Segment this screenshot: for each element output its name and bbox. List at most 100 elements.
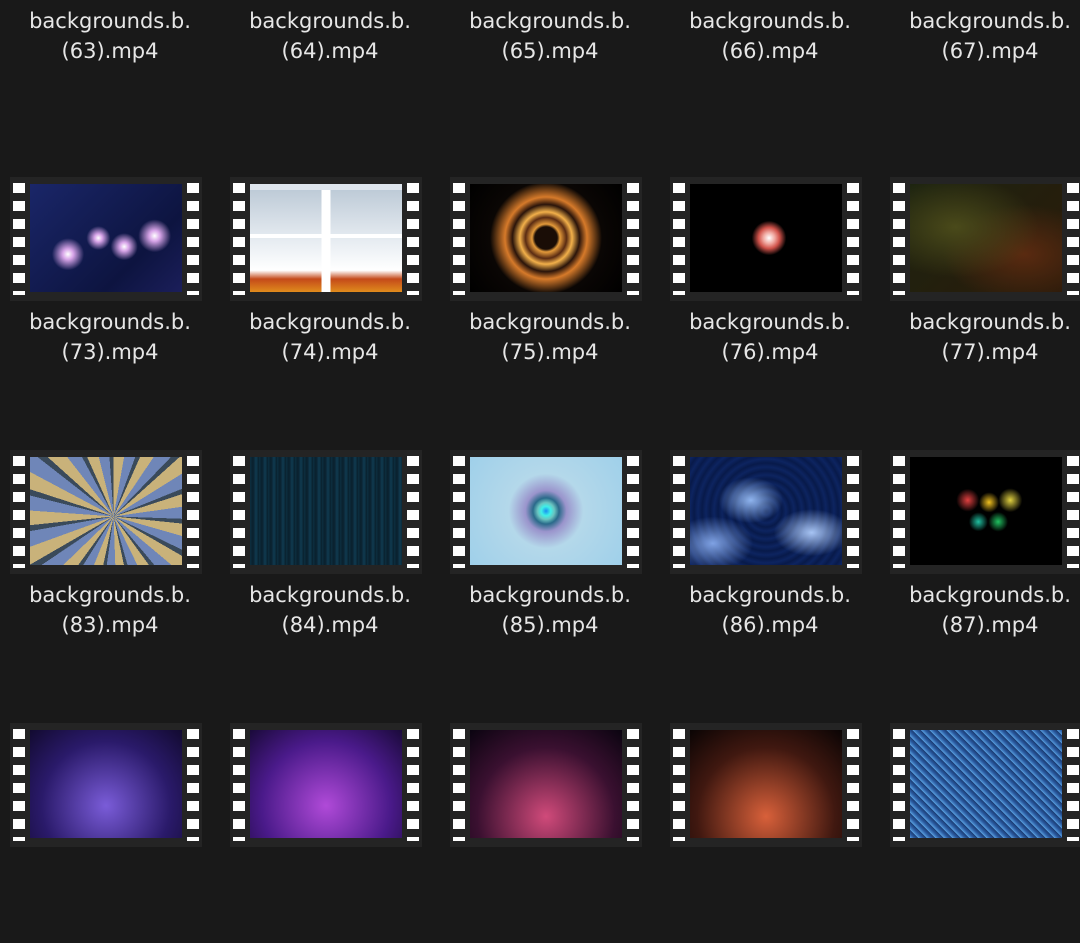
file-name-line-2: (83).mp4 (61, 613, 159, 637)
file-name-label[interactable]: backgrounds.b. (86).mp4 (660, 580, 880, 640)
video-thumbnail[interactable] (890, 723, 1080, 847)
film-strip-icon (890, 177, 1080, 301)
sprocket-holes-left (673, 729, 685, 841)
file-name-line-1: backgrounds.b. (249, 310, 411, 334)
video-file-item[interactable]: backgrounds.b. (85).mp4 (440, 450, 660, 670)
film-strip-icon (10, 177, 202, 301)
file-name-label[interactable]: backgrounds.b. (64).mp4 (220, 6, 440, 66)
sprocket-holes-left (453, 456, 465, 568)
file-name-label[interactable]: backgrounds.b. (73).mp4 (0, 307, 220, 367)
video-file-item[interactable]: backgrounds.b. (73).mp4 (0, 177, 220, 397)
file-name-line-2: (75).mp4 (501, 340, 599, 364)
file-name-line-2: (66).mp4 (721, 39, 819, 63)
file-name-label[interactable]: backgrounds.b. (83).mp4 (0, 580, 220, 640)
preview-frame (470, 457, 622, 565)
sprocket-holes-right (187, 456, 199, 568)
sprocket-holes-left (893, 729, 905, 841)
file-name-line-1: backgrounds.b. (689, 9, 851, 33)
video-file-item[interactable]: backgrounds.b. (76).mp4 (660, 177, 880, 397)
file-name-line-1: backgrounds.b. (29, 9, 191, 33)
video-thumbnail[interactable] (10, 450, 202, 574)
preview-frame (250, 730, 402, 838)
sprocket-holes-right (407, 729, 419, 841)
sprocket-holes-right (847, 729, 859, 841)
video-thumbnail[interactable] (890, 177, 1080, 301)
video-thumbnail[interactable] (450, 723, 642, 847)
sprocket-holes-left (673, 183, 685, 295)
film-strip-icon (670, 723, 862, 847)
sprocket-holes-right (187, 183, 199, 295)
file-name-label[interactable]: backgrounds.b. (74).mp4 (220, 307, 440, 367)
video-file-item[interactable]: backgrounds.b. (86).mp4 (660, 450, 880, 670)
video-thumbnail[interactable] (450, 177, 642, 301)
preview-frame (30, 730, 182, 838)
film-strip-icon (230, 450, 422, 574)
preview-frame (470, 184, 622, 292)
video-thumbnail[interactable] (10, 177, 202, 301)
preview-frame (690, 184, 842, 292)
file-name-line-1: backgrounds.b. (29, 583, 191, 607)
file-name-label[interactable]: backgrounds.b. (85).mp4 (440, 580, 660, 640)
file-name-line-2: (67).mp4 (941, 39, 1039, 63)
sprocket-holes-right (847, 456, 859, 568)
film-strip-icon (10, 723, 202, 847)
video-file-item[interactable]: backgrounds.b. (63).mp4 (0, 0, 220, 96)
video-file-item[interactable]: backgrounds.b. (65).mp4 (440, 0, 660, 96)
video-thumbnail[interactable] (670, 177, 862, 301)
sprocket-holes-right (1067, 729, 1079, 841)
video-file-item[interactable]: backgrounds.b. (84).mp4 (220, 450, 440, 670)
video-thumbnail[interactable] (10, 723, 202, 847)
sprocket-holes-left (233, 729, 245, 841)
video-file-item[interactable] (660, 723, 880, 943)
file-name-line-2: (86).mp4 (721, 613, 819, 637)
video-file-item[interactable] (0, 723, 220, 943)
file-name-line-2: (64).mp4 (281, 39, 379, 63)
file-name-line-1: backgrounds.b. (689, 583, 851, 607)
file-name-label[interactable]: backgrounds.b. (65).mp4 (440, 6, 660, 66)
video-file-item[interactable]: backgrounds.b. (67).mp4 (880, 0, 1080, 96)
video-file-item[interactable] (880, 723, 1080, 943)
video-file-item[interactable]: backgrounds.b. (83).mp4 (0, 450, 220, 670)
video-file-item[interactable]: backgrounds.b. (77).mp4 (880, 177, 1080, 397)
file-name-label[interactable]: backgrounds.b. (66).mp4 (660, 6, 880, 66)
film-strip-icon (450, 723, 642, 847)
file-name-label[interactable]: backgrounds.b. (75).mp4 (440, 307, 660, 367)
file-name-label[interactable]: backgrounds.b. (84).mp4 (220, 580, 440, 640)
file-name-label[interactable]: backgrounds.b. (67).mp4 (880, 6, 1080, 66)
file-name-label[interactable]: backgrounds.b. (63).mp4 (0, 6, 220, 66)
video-file-item[interactable]: backgrounds.b. (64).mp4 (220, 0, 440, 96)
film-strip-icon (230, 177, 422, 301)
video-thumbnail[interactable] (670, 723, 862, 847)
file-name-label[interactable]: backgrounds.b. (87).mp4 (880, 580, 1080, 640)
preview-frame (690, 730, 842, 838)
video-thumbnail[interactable] (230, 723, 422, 847)
sprocket-holes-right (627, 729, 639, 841)
film-strip-icon (670, 177, 862, 301)
file-name-label[interactable]: backgrounds.b. (76).mp4 (660, 307, 880, 367)
sprocket-holes-right (1067, 456, 1079, 568)
video-thumbnail[interactable] (670, 450, 862, 574)
video-file-item[interactable] (220, 723, 440, 943)
preview-frame (30, 184, 182, 292)
video-file-item[interactable]: backgrounds.b. (75).mp4 (440, 177, 660, 397)
file-grid: backgrounds.b. (63).mp4 backgrounds.b. (64)… (0, 0, 1080, 847)
film-strip-icon (670, 450, 862, 574)
file-name-label[interactable]: backgrounds.b. (77).mp4 (880, 307, 1080, 367)
video-file-item[interactable]: backgrounds.b. (74).mp4 (220, 177, 440, 397)
file-name-line-2: (77).mp4 (941, 340, 1039, 364)
sprocket-holes-right (407, 456, 419, 568)
file-name-line-2: (87).mp4 (941, 613, 1039, 637)
video-file-item[interactable] (440, 723, 660, 943)
film-strip-icon (230, 723, 422, 847)
video-file-item[interactable]: backgrounds.b. (66).mp4 (660, 0, 880, 96)
video-thumbnail[interactable] (450, 450, 642, 574)
video-thumbnail[interactable] (230, 177, 422, 301)
sprocket-holes-left (233, 456, 245, 568)
video-thumbnail[interactable] (230, 450, 422, 574)
video-file-item[interactable]: backgrounds.b. (87).mp4 (880, 450, 1080, 670)
video-thumbnail[interactable] (890, 450, 1080, 574)
preview-frame (470, 730, 622, 838)
preview-frame (690, 457, 842, 565)
film-strip-icon (890, 723, 1080, 847)
film-strip-icon (890, 450, 1080, 574)
